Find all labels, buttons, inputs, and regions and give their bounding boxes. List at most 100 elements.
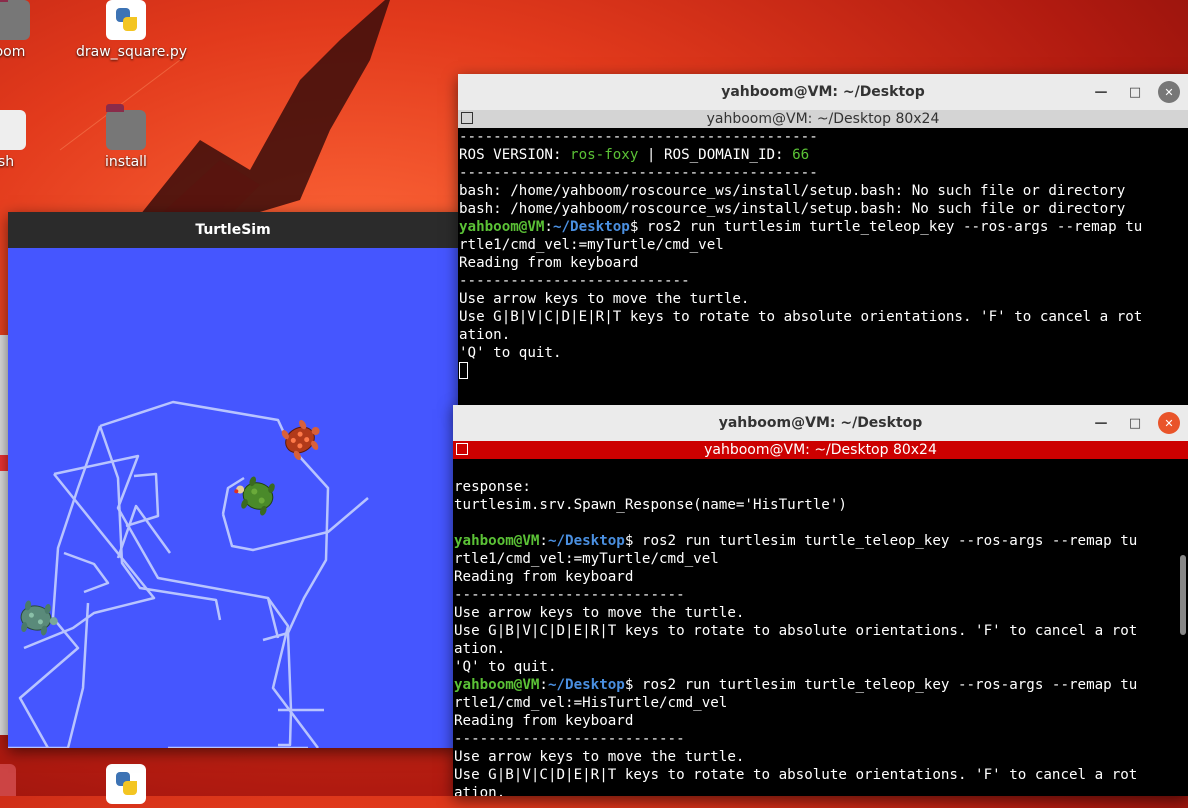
terminal-text: bash: /home/yahboom/roscource_ws/install…	[459, 183, 1126, 199]
terminal-line: ---------------------------	[459, 272, 1188, 290]
terminal-line: yahboom@VM:~/Desktop$ ros2 run turtlesim…	[459, 218, 1188, 236]
terminal-line: Use G|B|V|C|D|E|R|T keys to rotate to ab…	[454, 622, 1188, 640]
terminal-window-2[interactable]: yahboom@VM: ~/Desktop — □ ✕ yahboom@VM: …	[453, 405, 1188, 796]
terminal-line: Use G|B|V|C|D|E|R|T keys to rotate to ab…	[454, 766, 1188, 784]
terminal-text: Use arrow keys to move the turtle.	[459, 291, 750, 307]
terminal-text: ation.	[459, 327, 511, 343]
tab-grid-icon[interactable]	[456, 443, 468, 455]
desktop-icon-label: oom	[0, 44, 26, 60]
terminal-text: | ROS_DOMAIN_ID:	[638, 147, 793, 163]
terminal-line: Use G|B|V|C|D|E|R|T keys to rotate to ab…	[459, 308, 1188, 326]
tab-grid-icon[interactable]	[461, 112, 473, 124]
window-controls: — □ ✕	[1090, 74, 1180, 110]
terminal-text: response:	[454, 479, 531, 495]
maximize-icon[interactable]: □	[1124, 412, 1146, 434]
terminal-line: rtle1/cmd_vel:=myTurtle/cmd_vel	[454, 550, 1188, 568]
desktop-icon-label: install	[105, 154, 147, 170]
terminal-1-tabbar[interactable]: yahboom@VM: ~/Desktop 80x24	[458, 110, 1188, 128]
desktop-icon-install[interactable]: install	[76, 104, 176, 170]
turtle-red	[281, 420, 320, 460]
folder-icon	[106, 104, 146, 150]
terminal-line: Reading from keyboard	[459, 254, 1188, 272]
terminal-line: Use arrow keys to move the turtle.	[454, 604, 1188, 622]
terminal-line: bash: /home/yahboom/roscource_ws/install…	[459, 200, 1188, 218]
terminal-line: yahboom@VM:~/Desktop$ ros2 run turtlesim…	[454, 532, 1188, 550]
terminal-line: yahboom@VM:~/Desktop$ ros2 run turtlesim…	[454, 676, 1188, 694]
terminal-line: ---------------------------	[454, 586, 1188, 604]
terminal-text: ---------------------------	[454, 587, 685, 603]
terminal-text: ----------------------------------------…	[459, 129, 818, 145]
terminal-text: 66	[792, 147, 810, 163]
terminal-text: :	[539, 533, 548, 549]
terminal-line: ----------------------------------------…	[459, 164, 1188, 182]
terminal-2-scrollbar[interactable]	[1180, 555, 1186, 635]
terminal-cursor	[459, 362, 468, 379]
terminal-window-1[interactable]: yahboom@VM: ~/Desktop — □ ✕ yahboom@VM: …	[458, 74, 1188, 414]
terminal-text: yahboom@VM	[454, 533, 540, 549]
desktop-icon-script[interactable]: sh	[0, 110, 56, 170]
terminal-text: ~/Desktop	[552, 219, 630, 235]
terminal-line: Reading from keyboard	[454, 712, 1188, 730]
terminal-2-titlebar[interactable]: yahboom@VM: ~/Desktop — □ ✕	[453, 405, 1188, 441]
terminal-line: ----------------------------------------…	[459, 128, 1188, 146]
close-icon[interactable]: ✕	[1158, 81, 1180, 103]
desktop-icon-partial[interactable]	[0, 764, 16, 796]
terminal-text: $ ros2 run turtlesim turtle_teleop_key -…	[624, 677, 1138, 693]
terminal-text: Reading from keyboard	[454, 713, 634, 729]
terminal-line: 'Q' to quit.	[459, 344, 1188, 362]
tab-title: yahboom@VM: ~/Desktop 80x24	[704, 442, 937, 458]
minimize-icon[interactable]: —	[1090, 81, 1112, 103]
terminal-text: $ ros2 run turtlesim turtle_teleop_key -…	[629, 219, 1143, 235]
terminal-line: turtlesim.srv.Spawn_Response(name='HisTu…	[454, 496, 1188, 514]
maximize-icon[interactable]: □	[1124, 81, 1146, 103]
terminal-line: rtle1/cmd_vel:=myTurtle/cmd_vel	[459, 236, 1188, 254]
terminal-text: rtle1/cmd_vel:=myTurtle/cmd_vel	[454, 551, 719, 567]
terminal-text: ros-foxy	[570, 147, 639, 163]
desktop-icon-label: sh	[0, 154, 15, 170]
terminal-text: yahboom@VM	[459, 219, 545, 235]
desktop-icon-label: draw_square.py	[76, 44, 187, 60]
python-file-icon	[106, 764, 146, 804]
terminal-text: Reading from keyboard	[459, 255, 639, 271]
python-file-icon	[106, 0, 146, 40]
terminal-text: :	[544, 219, 553, 235]
terminal-line: bash: /home/yahboom/roscource_ws/install…	[459, 182, 1188, 200]
script-file-icon	[0, 110, 26, 150]
terminal-line: ROS VERSION: ros-foxy | ROS_DOMAIN_ID: 6…	[459, 146, 1188, 164]
window-title: TurtleSim	[195, 222, 271, 238]
terminal-text: rtle1/cmd_vel:=myTurtle/cmd_vel	[459, 237, 724, 253]
terminal-text: :	[539, 677, 548, 693]
turtlesim-titlebar[interactable]: TurtleSim	[8, 212, 458, 248]
turtlesim-window[interactable]: TurtleSim	[8, 212, 458, 748]
close-icon[interactable]: ✕	[1158, 412, 1180, 434]
terminal-line: Reading from keyboard	[454, 568, 1188, 586]
desktop-icon-home-folder[interactable]: oom	[0, 0, 60, 60]
terminal-1-titlebar[interactable]: yahboom@VM: ~/Desktop — □ ✕	[458, 74, 1188, 110]
desktop-icon-partial-left[interactable]	[0, 335, 8, 735]
tab-title: yahboom@VM: ~/Desktop 80x24	[706, 111, 940, 127]
terminal-2-tabbar[interactable]: yahboom@VM: ~/Desktop 80x24	[453, 441, 1188, 459]
turtle-trails	[8, 400, 369, 748]
turtlesim-canvas	[8, 248, 458, 748]
terminal-text: ROS VERSION:	[459, 147, 571, 163]
terminal-text: ~/Desktop	[547, 533, 625, 549]
desktop-icon-draw-square[interactable]: draw_square.py	[76, 0, 187, 60]
terminal-text: rtle1/cmd_vel:=HisTurtle/cmd_vel	[454, 695, 728, 711]
minimize-icon[interactable]: —	[1090, 412, 1112, 434]
terminal-text: ---------------------------	[454, 731, 685, 747]
terminal-1-output[interactable]: ----------------------------------------…	[458, 128, 1188, 414]
window-title: yahboom@VM: ~/Desktop	[721, 84, 925, 100]
terminal-text: ation.	[454, 641, 506, 657]
terminal-2-output[interactable]: response: turtlesim.srv.Spawn_Response(na…	[453, 459, 1188, 796]
terminal-text: ---------------------------	[459, 273, 690, 289]
terminal-text: ~/Desktop	[547, 677, 625, 693]
terminal-text: 'Q' to quit.	[459, 345, 562, 361]
terminal-line: Use arrow keys to move the turtle.	[454, 748, 1188, 766]
terminal-text: Use G|B|V|C|D|E|R|T keys to rotate to ab…	[454, 623, 1138, 639]
desktop-icon-python-bottom[interactable]	[76, 764, 176, 808]
terminal-text: Reading from keyboard	[454, 569, 634, 585]
terminal-text: Use arrow keys to move the turtle.	[454, 749, 745, 765]
terminal-text: turtlesim.srv.Spawn_Response(name='HisTu…	[454, 497, 847, 513]
terminal-text: $ ros2 run turtlesim turtle_teleop_key -…	[624, 533, 1138, 549]
terminal-text: ----------------------------------------…	[459, 165, 818, 181]
